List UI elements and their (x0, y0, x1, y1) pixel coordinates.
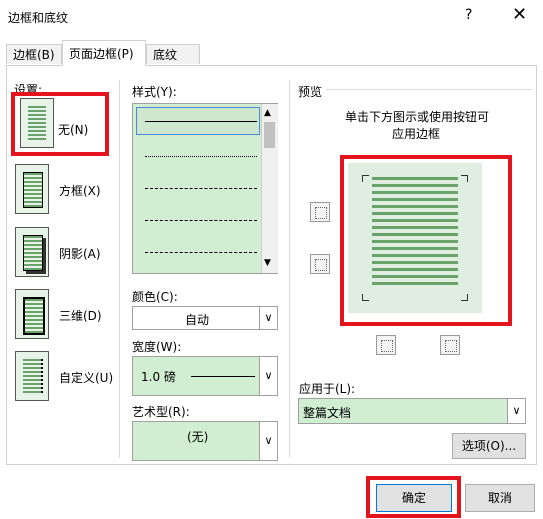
corner-mark (461, 294, 468, 301)
style-dotted-line[interactable] (145, 156, 257, 157)
setting-shadow-label[interactable]: 阴影(A) (59, 245, 101, 262)
setting-custom-icon[interactable] (15, 351, 49, 401)
style-list[interactable]: ▲ ▼ (132, 103, 278, 274)
setting-box-icon[interactable] (15, 164, 49, 214)
preview-page[interactable] (348, 163, 482, 313)
width-select[interactable]: 1.0 磅 ∨ (132, 356, 278, 396)
tab-page-border[interactable]: 页面边框(P) (62, 40, 146, 66)
style-dash-line[interactable] (145, 220, 257, 221)
style-heading: 样式(Y): (132, 85, 177, 99)
setting-3d-label[interactable]: 三维(D) (59, 307, 102, 324)
corner-mark (362, 175, 369, 182)
art-value: (无) (187, 430, 209, 444)
color-select[interactable]: 自动 ∨ (132, 306, 278, 330)
divider (119, 80, 120, 458)
left-border-button[interactable] (376, 335, 396, 355)
title-bar: 边框和底纹 ? ✕ (0, 0, 543, 34)
style-dashdot-line[interactable] (145, 252, 257, 253)
close-button[interactable]: ✕ (512, 4, 527, 25)
style-dashed-line[interactable] (145, 188, 257, 189)
dialog-title: 边框和底纹 (8, 11, 69, 25)
options-button[interactable]: 选项(O)... (452, 433, 526, 459)
setting-none-label[interactable]: 无(N) (58, 121, 88, 138)
chevron-down-icon[interactable]: ∨ (259, 307, 277, 329)
apply-to-heading: 应用于(L): (299, 382, 356, 396)
scroll-thumb[interactable] (264, 122, 275, 148)
chevron-down-icon[interactable]: ∨ (507, 399, 525, 423)
setting-shadow-icon[interactable] (15, 227, 49, 277)
apply-to-value: 整篇文档 (303, 406, 352, 420)
setting-3d-icon[interactable] (15, 289, 49, 339)
corner-mark (461, 175, 468, 182)
preview-rule (326, 89, 532, 90)
help-button[interactable]: ? (465, 7, 472, 23)
corner-mark (362, 294, 369, 301)
cancel-button[interactable]: 取消 (465, 484, 535, 512)
setting-none-icon[interactable] (20, 98, 54, 148)
tab-shading[interactable]: 底纹(S) (146, 44, 200, 82)
chevron-down-icon[interactable]: ∨ (259, 422, 277, 460)
setting-box-label[interactable]: 方框(X) (59, 182, 101, 199)
bottom-border-button[interactable] (310, 254, 330, 274)
preview-heading: 预览 (298, 85, 323, 99)
width-line-sample (191, 376, 255, 377)
style-solid-line[interactable] (145, 121, 257, 122)
right-border-button[interactable] (440, 335, 460, 355)
preview-text-lines (372, 177, 458, 289)
style-scrollbar[interactable]: ▲ ▼ (261, 104, 278, 273)
tab-borders[interactable]: 边框(B) (6, 44, 62, 64)
width-heading: 宽度(W): (132, 340, 182, 354)
scroll-up-icon[interactable]: ▲ (264, 108, 271, 118)
setting-custom-label[interactable]: 自定义(U) (59, 369, 113, 386)
ok-button[interactable]: 确定 (376, 484, 452, 512)
top-border-button[interactable] (310, 202, 330, 222)
apply-to-select[interactable]: 整篇文档 ∨ (298, 398, 526, 424)
scroll-down-icon[interactable]: ▼ (264, 258, 271, 268)
color-value: 自动 (185, 313, 210, 327)
width-value: 1.0 磅 (141, 370, 176, 384)
art-heading: 艺术型(R): (132, 405, 190, 419)
divider (289, 80, 290, 458)
preview-hint-2: 应用边框 (392, 127, 441, 141)
art-select[interactable]: (无) ∨ (132, 421, 278, 461)
preview-hint-1: 单击下方图示或使用按钮可 (345, 110, 490, 124)
chevron-down-icon[interactable]: ∨ (259, 357, 277, 395)
color-heading: 颜色(C): (132, 290, 178, 304)
